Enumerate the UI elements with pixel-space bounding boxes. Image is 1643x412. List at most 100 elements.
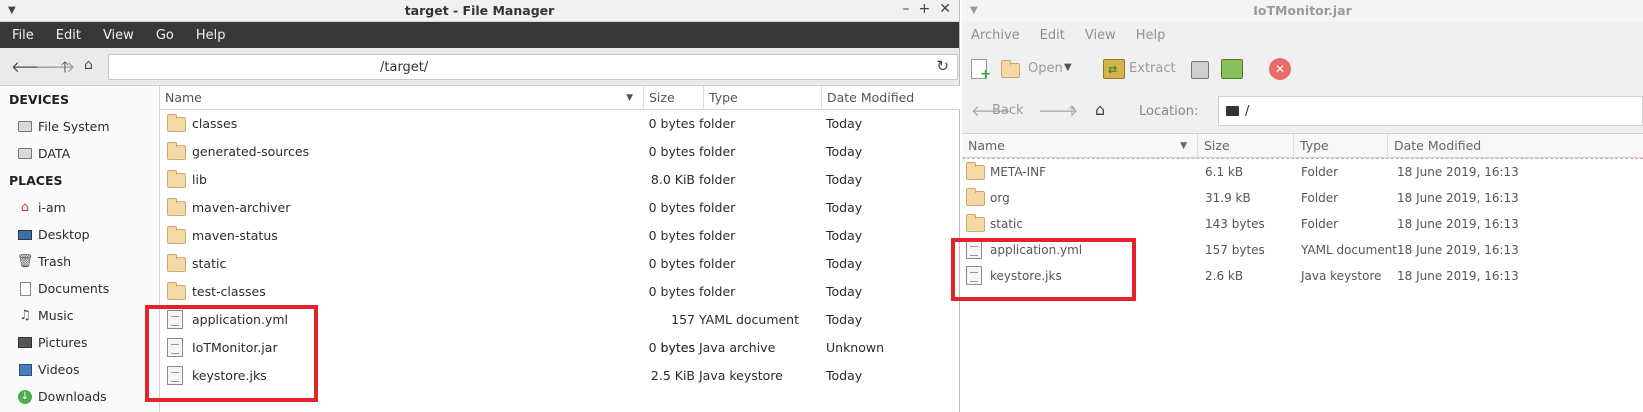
menu-go[interactable]: Go <box>156 28 174 43</box>
sidebar-item-pictures[interactable]: Pictures <box>0 329 159 356</box>
table-row[interactable]: static 0 bytes folder Today <box>160 250 960 278</box>
close-icon[interactable]: ✕ <box>939 1 951 17</box>
sidebar-item-label: File System <box>38 119 110 134</box>
cell-name: org <box>990 191 1010 205</box>
trash-icon: 🗑 <box>16 254 34 269</box>
cell-type: folder <box>699 284 736 299</box>
menu-view[interactable]: View <box>1085 28 1116 43</box>
column-header-date[interactable]: Date Modified <box>822 86 960 110</box>
highlight-box <box>145 305 318 402</box>
cell-date: Unknown <box>826 340 885 355</box>
desktop-icon <box>17 227 33 243</box>
home-icon[interactable]: ⌂ <box>1095 100 1105 119</box>
column-header-name[interactable]: Name ▼ <box>962 134 1198 158</box>
folder-icon <box>966 214 985 232</box>
drive-icon <box>17 119 33 135</box>
maximize-icon[interactable]: + <box>919 1 931 17</box>
menu-archive[interactable]: Archive <box>971 28 1020 43</box>
table-row[interactable]: maven-archiver 0 bytes folder Today <box>160 194 960 222</box>
column-header-size[interactable]: Size <box>1198 134 1294 158</box>
sidebar-item-home[interactable]: ⌂ i-am <box>0 194 159 221</box>
stop-icon[interactable]: ✕ <box>1269 58 1291 80</box>
cell-name: maven-status <box>192 228 278 243</box>
sidebar-item-documents[interactable]: Documents <box>0 275 159 302</box>
column-header-type[interactable]: Type <box>1294 134 1388 158</box>
sidebar-item-file-system[interactable]: File System <box>0 113 159 140</box>
sidebar-item-trash[interactable]: 🗑 Trash <box>0 248 159 275</box>
location-bar[interactable]: /target/ ↻ <box>108 54 958 80</box>
table-row[interactable]: META-INF 6.1 kB Folder 18 June 2019, 16:13 <box>962 159 1643 185</box>
table-row[interactable]: test-classes 0 bytes folder Today <box>160 278 960 306</box>
cell-type: folder <box>699 228 736 243</box>
cell-type: Java keystore <box>699 368 783 383</box>
cell-date: 18 June 2019, 16:13 <box>1397 165 1519 179</box>
downloads-icon: ↓ <box>17 389 33 405</box>
sidebar-item-label: Videos <box>38 362 80 377</box>
open-folder-icon[interactable] <box>1001 60 1020 78</box>
table-row[interactable]: classes 0 bytes folder Today <box>160 110 960 138</box>
table-row[interactable]: org 31.9 kB Folder 18 June 2019, 16:13 <box>962 185 1643 211</box>
new-archive-icon[interactable]: + <box>971 59 991 82</box>
cell-date: Today <box>826 368 863 383</box>
folder-icon <box>167 226 186 244</box>
back-button[interactable]: Back <box>992 103 1024 118</box>
open-button[interactable]: Open <box>1028 61 1063 76</box>
menu-view[interactable]: View <box>103 28 134 43</box>
minimize-icon[interactable]: – <box>903 1 910 17</box>
forward-arrow-icon[interactable]: 🡒 <box>35 57 75 76</box>
cell-size: 2.5 KiB <box>650 368 695 383</box>
up-arrow-icon[interactable]: 🡑 <box>61 57 69 82</box>
extract-icon[interactable]: ⇄ <box>1103 59 1125 79</box>
sidebar-item-music[interactable]: ♫ Music <box>0 302 159 329</box>
folder-icon <box>167 254 186 272</box>
sidebar-item-label: Pictures <box>38 335 88 350</box>
sidebar-item-label: Desktop <box>38 227 90 242</box>
cell-type: folder <box>699 116 736 131</box>
cell-date: Today <box>826 312 863 327</box>
open-dropdown-chevron-icon[interactable]: ▼ <box>1064 62 1072 73</box>
menu-file[interactable]: File <box>12 28 34 43</box>
location-path: / <box>1245 104 1250 119</box>
up-arrow-icon[interactable]: 🡑 <box>1068 101 1076 126</box>
column-header-type[interactable]: Type <box>704 86 822 110</box>
drive-icon <box>17 146 33 162</box>
sidebar-item-downloads[interactable]: ↓ Downloads <box>0 383 159 410</box>
sidebar-item-data[interactable]: DATA <box>0 140 159 167</box>
cell-type: YAML document <box>699 312 800 327</box>
cell-size: 8.0 KiB <box>650 172 695 187</box>
table-row[interactable]: generated-sources 0 bytes folder Today <box>160 138 960 166</box>
table-row[interactable]: static 143 bytes Folder 18 June 2019, 16:13 <box>962 211 1643 237</box>
column-header-row: Name ▼ Size Type Date Modified <box>962 134 1643 158</box>
folder-icon <box>167 282 186 300</box>
column-header-size[interactable]: Size <box>644 86 704 110</box>
cell-name: maven-archiver <box>192 200 291 215</box>
location-field[interactable]: / <box>1218 96 1643 126</box>
cell-size: 2.6 kB <box>1205 269 1244 283</box>
column-header-date[interactable]: Date Modified <box>1388 134 1643 158</box>
cell-name: static <box>990 217 1023 231</box>
home-icon[interactable]: ⌂ <box>84 57 93 73</box>
cell-type: Folder <box>1301 217 1339 231</box>
documents-icon <box>17 281 33 297</box>
sidebar-item-label: Downloads <box>38 389 107 404</box>
cell-type: Folder <box>1301 165 1339 179</box>
archive-properties-icon[interactable] <box>1191 61 1209 79</box>
table-row[interactable]: maven-status 0 bytes folder Today <box>160 222 960 250</box>
extract-button[interactable]: Extract <box>1129 61 1176 76</box>
column-header-name[interactable]: Name ▼ <box>160 86 644 110</box>
reload-icon[interactable]: ↻ <box>936 57 949 75</box>
cell-date: Today <box>826 116 863 131</box>
sidebar-item-desktop[interactable]: Desktop <box>0 221 159 248</box>
menu-edit[interactable]: Edit <box>56 28 81 43</box>
menu-help[interactable]: Help <box>196 28 226 43</box>
highlight-box <box>951 238 1136 301</box>
add-files-icon[interactable] <box>1221 59 1243 79</box>
menu-edit[interactable]: Edit <box>1040 28 1065 43</box>
menu-help[interactable]: Help <box>1136 28 1166 43</box>
folder-icon <box>167 170 186 188</box>
table-row[interactable]: lib 8.0 KiB folder Today <box>160 166 960 194</box>
cell-name: lib <box>192 172 207 187</box>
location-path: /target/ <box>380 60 429 75</box>
title-bar: ▼ IoTMonitor.jar <box>962 0 1643 22</box>
sidebar-item-videos[interactable]: Videos <box>0 356 159 383</box>
